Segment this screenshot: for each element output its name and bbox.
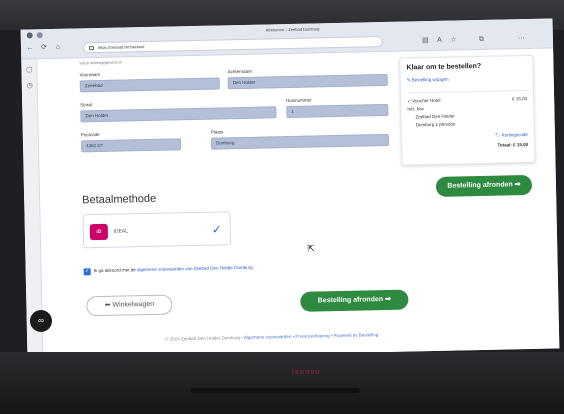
postcode-field[interactable]: 4382 DT bbox=[80, 138, 182, 153]
active-tab-title[interactable]: Afrekenen – Zeebad Domburg bbox=[266, 26, 320, 32]
street-label: Straat bbox=[80, 102, 93, 108]
summary-title: Klaar om te bestellen? bbox=[406, 62, 482, 72]
laptop-screen: Afrekenen – Zeebad Domburg ← ⟳ ⌂ https:/… bbox=[20, 18, 560, 360]
window-menu-icon[interactable] bbox=[26, 32, 33, 39]
address-text: https://zeebad.nl/checkout bbox=[97, 44, 145, 50]
discount-link[interactable]: 🏷 Kortingscode bbox=[495, 132, 528, 139]
menu-icon[interactable]: ⋯ bbox=[517, 34, 526, 43]
back-to-cart-button[interactable]: ⬅ Winkelwagen bbox=[86, 294, 173, 317]
payment-option-ideal[interactable]: iD iDEAL ✓ bbox=[82, 211, 232, 249]
street-field[interactable]: Den Holder bbox=[80, 106, 277, 123]
summary-item: ✓ Voucher Hotel bbox=[407, 97, 441, 104]
city-field[interactable]: Domburg bbox=[210, 133, 390, 150]
terms-checkbox[interactable]: ✓ bbox=[83, 268, 91, 276]
favorite-icon[interactable]: ☆ bbox=[449, 35, 458, 44]
summary-detail-1: Zeebad Den Holder bbox=[415, 113, 455, 120]
collections-icon[interactable]: ⧉ bbox=[477, 35, 486, 44]
terms-link[interactable]: algemene voorwaarden van Zeebad Den Hold… bbox=[137, 265, 253, 272]
check-icon: ✓ bbox=[211, 222, 223, 237]
summary-sub: Incl. btw bbox=[407, 106, 424, 112]
summary-divider bbox=[407, 90, 527, 94]
edit-order-label: Bestelling wijzigen bbox=[411, 76, 449, 83]
mouse-cursor-icon: ⇱ bbox=[307, 243, 315, 254]
translate-icon[interactable]: A bbox=[435, 36, 444, 45]
city-label: Plaats bbox=[210, 129, 224, 135]
postcode-label: Postcode bbox=[80, 131, 100, 138]
sidebar-history-icon[interactable]: ◷ bbox=[25, 81, 35, 91]
lock-icon bbox=[88, 46, 95, 51]
summary-detail-2: Domburg 1 persoon bbox=[415, 121, 456, 128]
form-hint: Vul je adresgegevens in bbox=[79, 59, 122, 66]
summary-item-label: Voucher Hotel bbox=[412, 97, 441, 104]
housenumber-label: Huisnummer bbox=[286, 97, 312, 104]
payment-method-label: iDEAL bbox=[113, 228, 129, 235]
lastname-label: Achternaam bbox=[227, 68, 252, 75]
laptop-brand-logo: lenovo bbox=[292, 369, 321, 376]
firstname-field[interactable]: Zeeebad bbox=[79, 77, 220, 93]
laptop-bezel-bottom bbox=[0, 352, 564, 414]
refresh-icon[interactable]: ⟳ bbox=[39, 43, 49, 53]
footer-links[interactable]: Algemene voorwaarden • Privacyverklaring… bbox=[244, 332, 379, 340]
summary-finish-button[interactable]: Bestelling afronden ➡ bbox=[435, 174, 533, 197]
summary-total: Totaal: € 15,00 bbox=[497, 142, 529, 148]
firstname-label: Voornaam bbox=[79, 71, 101, 78]
terms-prefix: Ik ga akkoord met de bbox=[93, 267, 136, 274]
lastname-field[interactable]: Den Holder bbox=[227, 73, 388, 90]
footer-text: © 2024 Zeebad Den Holder Domburg • bbox=[165, 335, 243, 342]
checkout-page: Vul je adresgegevens in Voornaam Zeeebad… bbox=[37, 48, 560, 360]
edit-order-link[interactable]: ✎ Bestelling wijzigen bbox=[407, 75, 527, 84]
terms-text: Ik ga akkoord met de algemene voorwaarde… bbox=[94, 265, 253, 273]
ideal-logo-icon: iD bbox=[89, 223, 109, 241]
page-footer: © 2024 Zeebad Den Holder Domburg • Algem… bbox=[165, 332, 378, 341]
reader-icon[interactable]: ▤ bbox=[421, 36, 430, 45]
home-icon[interactable]: ⌂ bbox=[53, 43, 63, 53]
discount-label: Kortingscode bbox=[501, 132, 528, 138]
payment-section-title: Betaalmethode bbox=[82, 192, 157, 207]
laptop-hinge bbox=[190, 388, 360, 393]
finish-order-button[interactable]: Bestelling afronden ➡ bbox=[300, 289, 409, 312]
order-summary: Klaar om te bestellen? ✎ Bestelling wijz… bbox=[399, 54, 536, 166]
housenumber-field[interactable]: 1 bbox=[286, 103, 389, 119]
summary-item-price: € 15,00 bbox=[512, 96, 528, 102]
back-icon[interactable]: ← bbox=[25, 43, 35, 53]
cookie-settings-icon[interactable]: ∞ bbox=[30, 310, 52, 332]
tab-actions-icon[interactable] bbox=[36, 32, 43, 39]
sidebar-tabs-icon[interactable]: ▢ bbox=[24, 65, 34, 75]
address-bar[interactable]: https://zeebad.nl/checkout bbox=[82, 36, 384, 54]
